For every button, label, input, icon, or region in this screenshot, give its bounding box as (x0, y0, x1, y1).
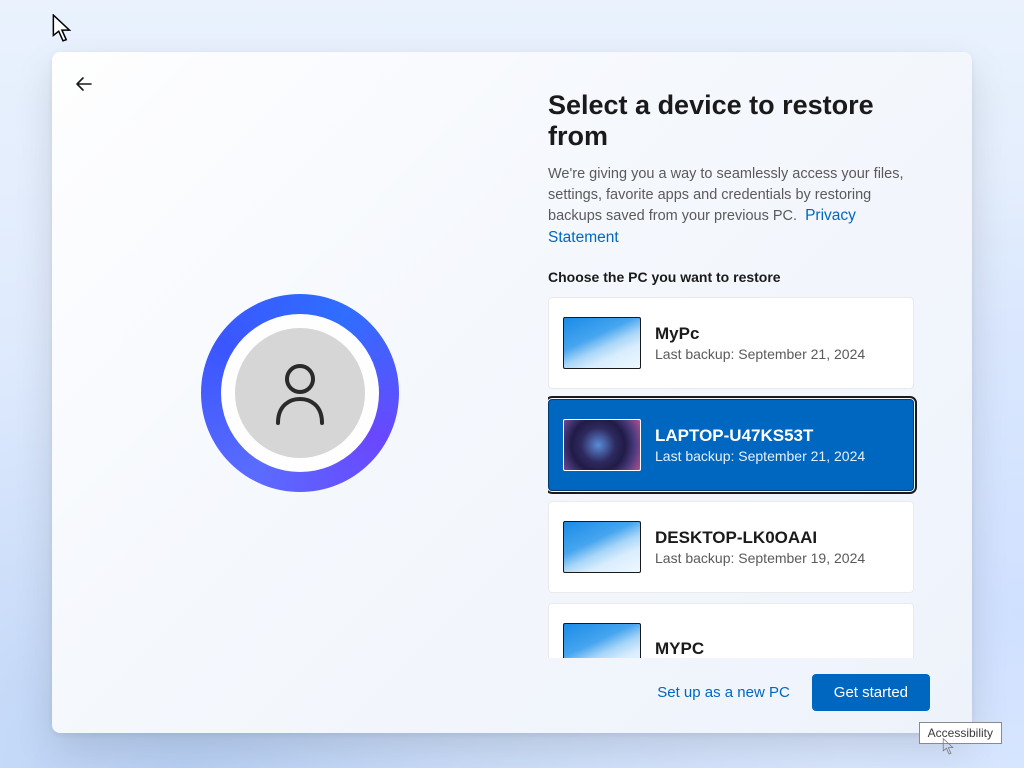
cursor-icon (942, 738, 956, 756)
device-name: LAPTOP-U47KS53T (655, 426, 865, 446)
device-thumbnail (563, 623, 641, 658)
accessibility-button[interactable]: Accessibility (919, 722, 1002, 744)
device-thumbnail (563, 317, 641, 369)
device-thumbnail (563, 521, 641, 573)
cursor-icon (52, 14, 74, 44)
avatar-ring (201, 294, 399, 492)
device-subtitle: Last backup: September 21, 2024 (655, 346, 865, 362)
page-description: We're giving you a way to seamlessly acc… (548, 164, 920, 249)
device-card[interactable]: MyPc Last backup: September 21, 2024 (548, 297, 914, 389)
illustration-pane (52, 52, 548, 733)
content-pane: Select a device to restore from We're gi… (548, 52, 972, 733)
device-subtitle: Last backup: September 19, 2024 (655, 550, 865, 566)
device-name: MyPc (655, 324, 865, 344)
page-title: Select a device to restore from (548, 90, 936, 152)
device-card[interactable]: MYPC (548, 603, 914, 658)
get-started-button[interactable]: Get started (812, 674, 930, 711)
device-card[interactable]: DESKTOP-LK0OAAI Last backup: September 19… (548, 501, 914, 593)
device-name: DESKTOP-LK0OAAI (655, 528, 865, 548)
back-arrow-icon (75, 75, 93, 93)
device-list[interactable]: MyPcLast backup: September 21, 2024LAPTO… (548, 297, 936, 658)
footer-actions: Set up as a new PC Get started (548, 658, 936, 711)
restore-panel: Select a device to restore from We're gi… (52, 52, 972, 733)
setup-new-pc-button[interactable]: Set up as a new PC (653, 676, 794, 709)
person-icon (270, 361, 330, 425)
device-card[interactable]: LAPTOP-U47KS53T Last backup: September 21… (548, 399, 914, 491)
back-button[interactable] (68, 68, 100, 100)
device-name: MYPC (655, 639, 704, 658)
choose-pc-label: Choose the PC you want to restore (548, 269, 936, 285)
device-subtitle: Last backup: September 21, 2024 (655, 448, 865, 464)
device-thumbnail (563, 419, 641, 471)
